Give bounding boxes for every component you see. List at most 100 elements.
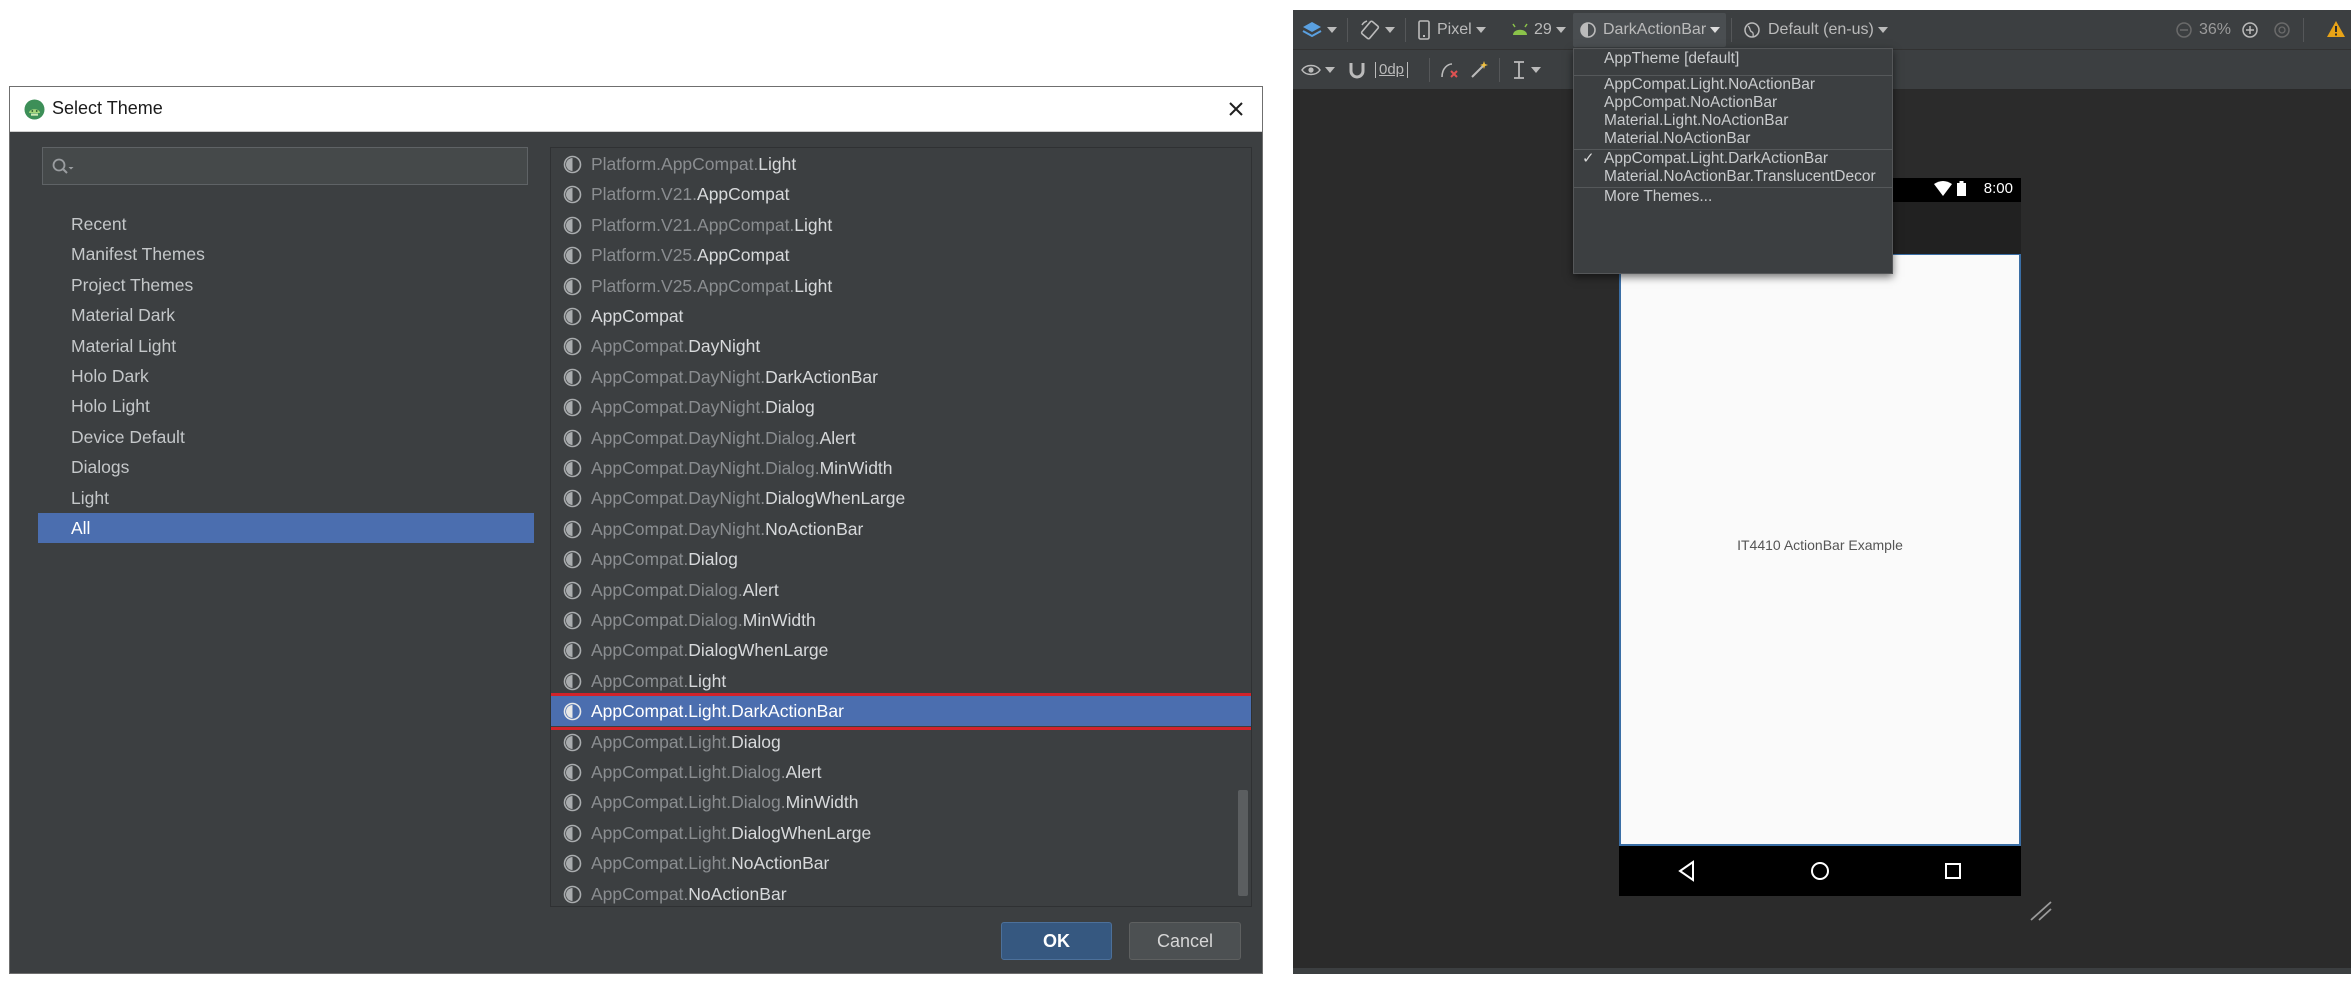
- theme-row[interactable]: Platform.AppCompat.Light: [551, 149, 1251, 179]
- theme-row[interactable]: AppCompat.Light.NoActionBar: [551, 848, 1251, 878]
- theme-row[interactable]: AppCompat.Light: [551, 666, 1251, 696]
- category-item-all[interactable]: All: [38, 512, 534, 544]
- category-item-project-themes[interactable]: Project Themes: [28, 270, 540, 300]
- infer-constraints-button[interactable]: [1469, 50, 1489, 90]
- theme-parent-prefix: AppCompat.Light.Dialog.: [591, 762, 786, 782]
- api-level-selector[interactable]: 29: [1511, 10, 1566, 50]
- theme-menu-item-label: AppTheme [default]: [1604, 50, 1740, 67]
- view-options-button[interactable]: [1301, 50, 1335, 90]
- category-item-material-light[interactable]: Material Light: [28, 331, 540, 361]
- theme-parent-prefix: AppCompat.Dialog.: [591, 579, 743, 600]
- theme-row[interactable]: AppCompat.Light.Dialog.Alert: [551, 757, 1251, 787]
- theme-name: NoActionBar: [688, 883, 787, 904]
- scrollbar-thumb[interactable]: [1238, 790, 1248, 896]
- category-item-holo-light[interactable]: Holo Light: [28, 391, 540, 421]
- search-input[interactable]: [79, 152, 519, 180]
- theme-parent-prefix: AppCompat.Light.: [591, 701, 732, 722]
- orientation-button[interactable]: [1359, 10, 1395, 50]
- theme-parent-prefix: AppCompat.DayNight.Dialog.: [591, 427, 820, 448]
- theme-icon: [563, 824, 582, 843]
- category-item-holo-dark[interactable]: Holo Dark: [28, 361, 540, 391]
- preview-content[interactable]: IT4410 ActionBar Example: [1619, 254, 2021, 846]
- theme-list[interactable]: AppCompat.NoActionBar AppCompat.Light.NoA…: [550, 147, 1252, 907]
- theme-row[interactable]: AppCompat: [551, 301, 1251, 331]
- chevron-down-icon: [1327, 27, 1337, 33]
- theme-row[interactable]: AppCompat.DayNight.NoActionBar: [551, 514, 1251, 544]
- theme-parent-prefix: AppCompat.: [591, 670, 689, 691]
- theme-row[interactable]: AppCompat.DayNight: [551, 331, 1251, 361]
- theme-selector[interactable]: DarkActionBar: [1573, 13, 1727, 47]
- category-item-recent[interactable]: Recent: [28, 209, 540, 239]
- layers-icon: [1302, 22, 1322, 38]
- category-item-dialogs[interactable]: Dialogs: [28, 452, 540, 482]
- locale-selector[interactable]: Default (en-us): [1743, 10, 1888, 50]
- theme-search-box[interactable]: [42, 147, 528, 185]
- zoom-fit-button[interactable]: [2273, 10, 2291, 50]
- theme-parent-prefix: AppCompat.Light.: [591, 822, 732, 843]
- theme-icon: [563, 642, 582, 660]
- category-item-light[interactable]: Light: [28, 483, 540, 513]
- warning-icon[interactable]: [2326, 20, 2346, 38]
- theme-row[interactable]: AppCompat.Light.DialogWhenLarge: [551, 818, 1251, 848]
- theme-name: Dialog: [765, 397, 815, 418]
- theme-row[interactable]: AppCompat.Dialog: [551, 544, 1251, 574]
- theme-icon: [563, 581, 582, 599]
- theme-row[interactable]: AppCompat.Light.Dialog.MinWidth: [551, 787, 1251, 817]
- device-selector[interactable]: Pixel: [1417, 10, 1486, 50]
- theme-dropdown-menu: AppTheme [default] AppCompat.Light.NoActi…: [1573, 48, 1893, 274]
- theme-row[interactable]: AppCompat.DayNight.Dialog.MinWidth: [551, 453, 1251, 483]
- ok-button[interactable]: OK: [1001, 922, 1112, 960]
- theme-row[interactable]: AppCompat.DayNight.DialogWhenLarge: [551, 483, 1251, 513]
- theme-icon: [563, 338, 582, 356]
- default-margin-button[interactable]: 0dp: [1375, 50, 1409, 90]
- cancel-button[interactable]: Cancel: [1129, 922, 1241, 960]
- theme-parent-prefix: AppCompat.DayNight.: [591, 366, 766, 387]
- theme-icon: [563, 368, 582, 387]
- theme-name: Light: [794, 275, 833, 296]
- theme-name: Dialog: [731, 731, 781, 752]
- theme-row[interactable]: AppCompat.Dialog.Alert: [551, 575, 1251, 605]
- theme-row-selected[interactable]: AppCompat.Light.DarkActionBar: [551, 693, 1251, 731]
- theme-row[interactable]: Platform.V21.AppCompat: [551, 179, 1251, 209]
- zoom-level: 36%: [2199, 21, 2232, 38]
- zoom-out-button[interactable]: [2175, 10, 2193, 50]
- theme-row[interactable]: AppCompat.NoActionBar: [551, 879, 1251, 906]
- design-surface-button[interactable]: [1301, 10, 1337, 50]
- clear-constraints-button[interactable]: [1439, 50, 1461, 90]
- theme-icon: [563, 186, 582, 204]
- theme-row[interactable]: Platform.V25.AppCompat.Light: [551, 271, 1251, 301]
- zoom-in-button[interactable]: [2241, 10, 2259, 50]
- locale-name: Default (en-us): [1768, 21, 1874, 38]
- theme-icon: [563, 307, 582, 326]
- theme-menu-item[interactable]: More Themes...: [1574, 185, 1892, 209]
- close-icon[interactable]: [1222, 95, 1250, 123]
- theme-name: DialogWhenLarge: [765, 488, 906, 509]
- theme-menu-item[interactable]: AppTheme [default]: [1574, 47, 1892, 71]
- theme-row[interactable]: AppCompat.DialogWhenLarge: [551, 635, 1251, 665]
- theme-row[interactable]: Platform.V25.AppCompat: [551, 240, 1251, 270]
- toolbar-separator: [1405, 18, 1406, 42]
- magnet-icon: [1349, 63, 1365, 79]
- theme-row[interactable]: AppCompat.DayNight.DarkActionBar: [551, 362, 1251, 392]
- theme-row[interactable]: AppCompat.DayNight.Dialog: [551, 392, 1251, 422]
- dialog-title-bar[interactable]: Select Theme: [10, 87, 1262, 132]
- back-icon: [1678, 860, 1694, 882]
- theme-row[interactable]: AppCompat.Light.Dialog: [551, 727, 1251, 757]
- chevron-down-icon: [1475, 27, 1486, 33]
- theme-row[interactable]: Platform.V21.AppCompat.Light: [551, 210, 1251, 240]
- category-item-material-dark[interactable]: Material Dark: [28, 300, 540, 330]
- theme-row[interactable]: AppCompat.Dialog.MinWidth: [551, 605, 1251, 635]
- resize-handle-icon[interactable]: [2029, 900, 2053, 922]
- chevron-down-icon: [1325, 67, 1335, 73]
- theme-parent-prefix: AppCompat.: [591, 549, 689, 570]
- theme-icon: [563, 459, 582, 478]
- theme-menu-item-label: Material.NoActionBar: [1604, 130, 1751, 147]
- category-item-device-default[interactable]: Device Default: [28, 422, 540, 452]
- autoconnect-button[interactable]: [1349, 50, 1365, 90]
- guidelines-button[interactable]: [1511, 50, 1541, 90]
- theme-name: MinWidth: [819, 458, 893, 478]
- category-item-manifest-themes[interactable]: Manifest Themes: [28, 239, 540, 269]
- theme-row[interactable]: AppCompat.DayNight.Dialog.Alert: [551, 423, 1251, 453]
- theme-parent-prefix: AppCompat.Light.Dialog.: [591, 792, 786, 813]
- toolbar-separator: [2303, 18, 2304, 42]
